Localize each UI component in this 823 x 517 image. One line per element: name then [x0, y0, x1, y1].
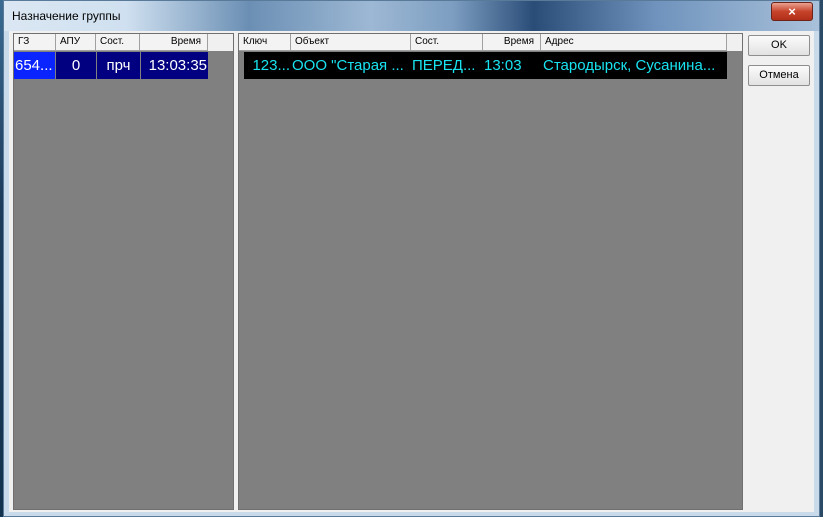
cell-time: 13:03:35: [141, 52, 208, 79]
dialog-client-area: ГЗ АПУ Сост. Время 654... 0 прч 13:03:35…: [9, 31, 814, 512]
cancel-button[interactable]: Отмена: [748, 65, 810, 86]
groups-list-header: ГЗ АПУ Сост. Время: [14, 34, 233, 51]
column-header-apu[interactable]: АПУ: [56, 34, 96, 51]
cell-address: Стародырск, Сусанина...: [541, 52, 727, 79]
window-title: Назначение группы: [12, 9, 121, 23]
cell-key: 123...: [244, 52, 291, 79]
title-bar[interactable]: Назначение группы ×: [4, 1, 819, 31]
objects-list[interactable]: Ключ Объект Сост. Время Адрес 123... ООО…: [238, 33, 743, 510]
cell-state: ПЕРЕД...: [411, 52, 483, 79]
close-icon: ×: [788, 4, 796, 19]
column-header-object[interactable]: Объект: [291, 34, 411, 51]
cell-state: прч: [97, 52, 140, 79]
column-header-gz[interactable]: ГЗ: [14, 34, 56, 51]
column-header-time[interactable]: Время: [140, 34, 208, 51]
groups-list[interactable]: ГЗ АПУ Сост. Время 654... 0 прч 13:03:35: [13, 33, 234, 510]
ok-button[interactable]: OK: [748, 35, 810, 56]
dialog-window: Назначение группы × ГЗ АПУ Сост. Время 6…: [3, 0, 820, 517]
column-header-state[interactable]: Сост.: [96, 34, 140, 51]
close-button[interactable]: ×: [771, 2, 813, 21]
column-header-time[interactable]: Время: [483, 34, 541, 51]
cell-apu: 0: [56, 52, 96, 79]
cell-time: 13:03: [483, 52, 541, 79]
column-header-state[interactable]: Сост.: [411, 34, 483, 51]
objects-list-header: Ключ Объект Сост. Время Адрес: [239, 34, 742, 51]
column-header-key[interactable]: Ключ: [239, 34, 291, 51]
cell-object: ООО "Старая ...: [291, 52, 411, 79]
column-header-address[interactable]: Адрес: [541, 34, 727, 51]
cell-gz: 654...: [14, 52, 55, 79]
